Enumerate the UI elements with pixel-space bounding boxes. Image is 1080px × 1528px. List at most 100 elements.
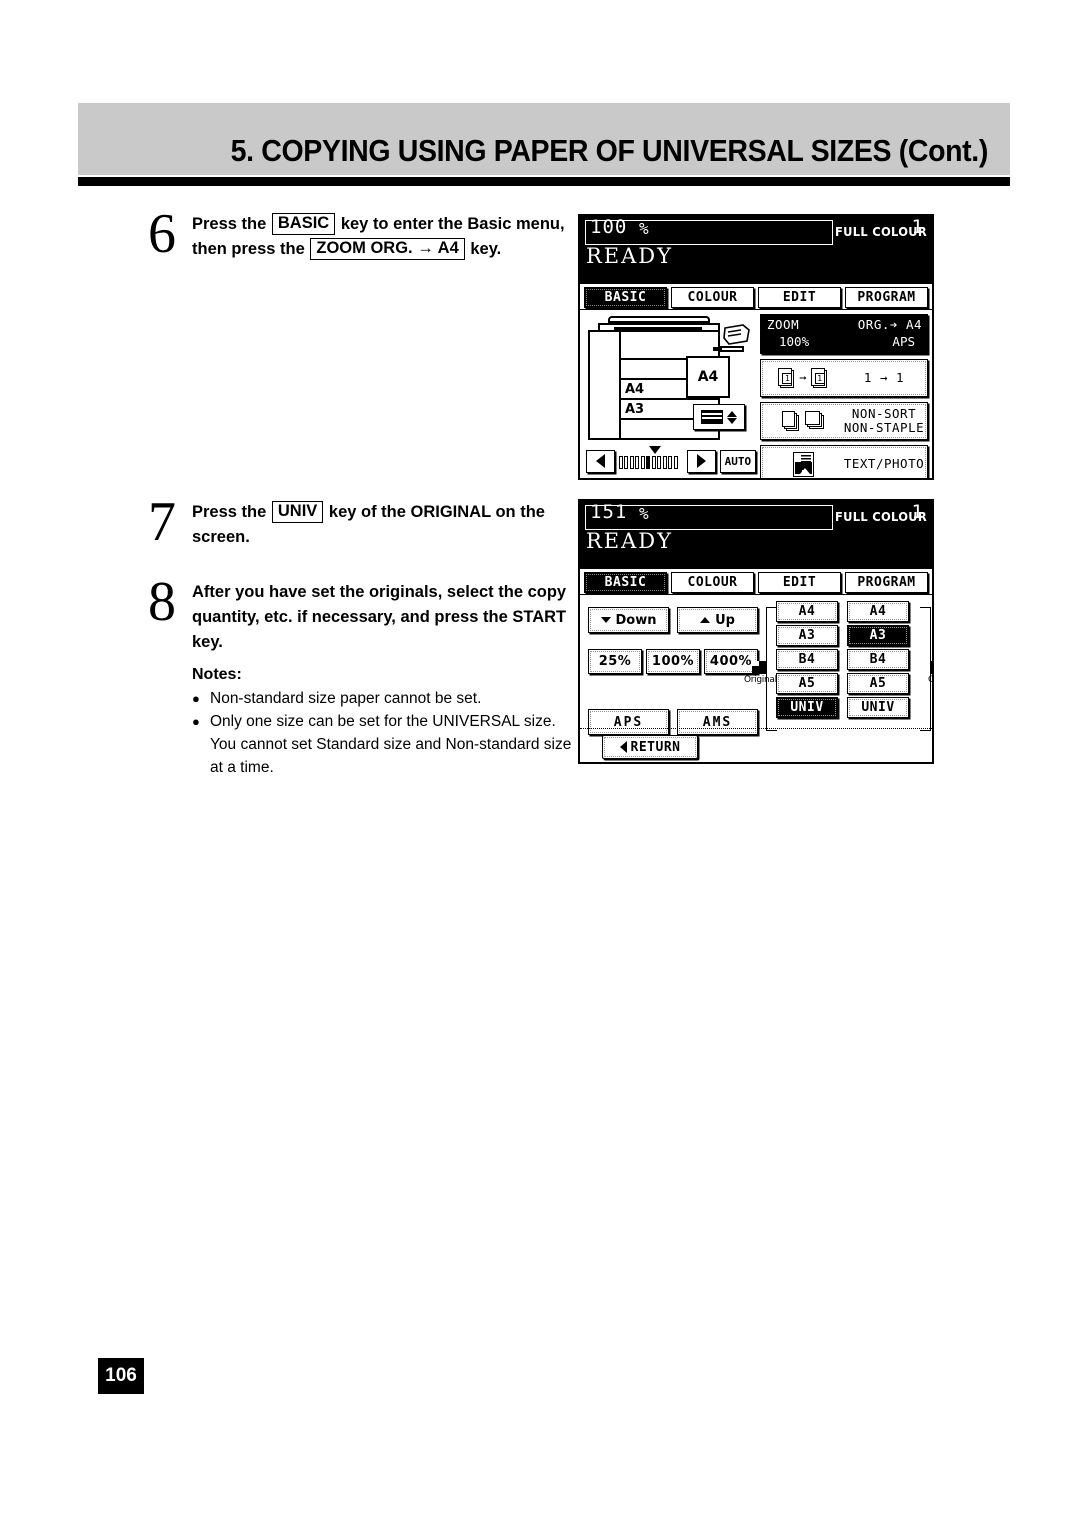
- dest-size-label: A4: [905, 317, 922, 332]
- copy-size-column: A4 A3 B4 A5 UNIV: [847, 601, 909, 718]
- zoom-down-button[interactable]: Down: [588, 607, 669, 633]
- panel2-return-row: RETURN: [580, 728, 932, 759]
- panel2-tab-program[interactable]: PROGRAM: [845, 572, 928, 593]
- duplex-mode-button[interactable]: 1 ➞ 1 1 → 1: [760, 359, 928, 397]
- panel1-tab-basic[interactable]: BASIC: [584, 287, 667, 308]
- density-tick: [651, 456, 656, 469]
- house-body-icon: [801, 469, 807, 474]
- zoom-preset-400-button[interactable]: 400%: [704, 649, 758, 674]
- panel1-ready-status: READY: [586, 244, 674, 268]
- original-paper-corner-icon: [752, 661, 759, 666]
- density-scale[interactable]: [618, 446, 684, 469]
- finisher-line-2: NON-STAPLE: [843, 420, 925, 435]
- panel2-colour-mode: FULL COLOUR: [835, 509, 927, 524]
- step-7-number: 7: [148, 491, 176, 553]
- original-size-a4-button[interactable]: A4: [776, 601, 838, 622]
- panel2-tab-basic[interactable]: BASIC: [584, 572, 667, 593]
- panel1-tab-colour[interactable]: COLOUR: [671, 287, 754, 308]
- hand-feed-icon: [723, 324, 750, 345]
- step-8: 8 After you have set the originals, sele…: [148, 574, 568, 655]
- size-selection-columns: A4 A3 B4 A5 UNIV A4 A3 B4 A5 UNIV: [776, 601, 926, 718]
- panel1-ratio-percent: %: [639, 219, 649, 238]
- panel2-tab-edit[interactable]: EDIT: [758, 572, 841, 593]
- density-auto-button[interactable]: AUTO: [719, 449, 756, 473]
- panel1-tab-program[interactable]: PROGRAM: [845, 287, 928, 308]
- duplex-mode-label: 1 → 1: [863, 370, 905, 385]
- triangle-down-icon: [727, 417, 737, 424]
- triangle-up-icon: [727, 410, 737, 417]
- panel2-tab-colour[interactable]: COLOUR: [671, 572, 754, 593]
- density-tick: [640, 456, 645, 469]
- paper-density-selector[interactable]: [693, 404, 745, 430]
- density-pointer-icon: [648, 446, 661, 454]
- density-tick: [662, 456, 667, 469]
- original-size-column: A4 A3 B4 A5 UNIV: [776, 601, 838, 718]
- step-6-number: 6: [148, 203, 176, 265]
- half-circle-right-icon: [696, 454, 706, 468]
- duplex-icons: 1 ➞ 1: [761, 367, 841, 389]
- step-7: 7 Press the UNIV key of the ORIGINAL on …: [148, 494, 568, 550]
- panel1-colour-mode: FULL COLOUR: [835, 224, 927, 239]
- density-tick: [629, 456, 634, 469]
- note-item: ● Only one size can be set for the UNIVE…: [192, 710, 572, 779]
- control-panel-screenshot-size-selection: 151 % 1 FULL COLOUR READY BASIC COLOUR E…: [578, 499, 934, 764]
- step-6-key-basic: BASIC: [271, 213, 336, 235]
- bypass-tray-arm: [720, 346, 744, 352]
- panel2-ratio-value: 151: [590, 501, 628, 523]
- return-button[interactable]: RETURN: [602, 735, 698, 759]
- copy-size-a4-button[interactable]: A4: [847, 601, 909, 622]
- paper-stack-icon: [701, 410, 723, 424]
- step-8-text: After you have set the originals, select…: [192, 583, 567, 651]
- original-mode-button[interactable]: TEXT/PHOTO: [760, 445, 928, 478]
- panel1-body: A4 A3 A4 AUTO ZOOM ORG.➔ A4 100% APS 1 ➞…: [580, 310, 932, 478]
- zoom-org-a4-button[interactable]: ZOOM ORG.➔ A4 100% APS: [760, 314, 928, 354]
- copy-size-univ-button[interactable]: UNIV: [847, 697, 909, 718]
- density-tick: [624, 456, 629, 469]
- zoom-preset-25-button[interactable]: 25%: [588, 649, 642, 674]
- original-size-univ-button[interactable]: UNIV: [776, 697, 838, 718]
- copier-lid: [608, 316, 710, 323]
- original-size-b4-button[interactable]: B4: [776, 649, 838, 670]
- single-sided-copy-icon: 1: [810, 367, 828, 389]
- step-7-key-univ: UNIV: [271, 501, 324, 523]
- arrow-right-icon: ➔: [889, 317, 898, 332]
- arrow-right-icon: ➞: [799, 371, 807, 385]
- panel1-status-bar: 100 % 1 FULL COLOUR READY: [580, 216, 932, 284]
- copy-size-b4-button[interactable]: B4: [847, 649, 909, 670]
- copy-column-label: Copy: [928, 675, 934, 685]
- density-darker-button[interactable]: [687, 449, 716, 473]
- density-tick: [657, 456, 662, 469]
- copier-diagram[interactable]: A4 A3 A4: [586, 316, 752, 444]
- panel2-body: Down Up 25% 100% 400% APS AMS Original C…: [580, 595, 934, 762]
- zoom-up-button[interactable]: Up: [677, 607, 758, 633]
- copy-size-a3-button[interactable]: A3: [847, 625, 909, 646]
- density-tick: [618, 456, 623, 469]
- note-item-text: Non-standard size paper cannot be set.: [210, 690, 482, 707]
- zoom-org-top-line: ZOOM ORG.➔ A4: [767, 317, 922, 332]
- notes-heading: Notes:: [192, 666, 242, 683]
- triangle-up-icon: [700, 617, 711, 623]
- notes-section: Notes: ● Non-standard size paper cannot …: [192, 666, 572, 779]
- up-down-arrows-icon: [727, 410, 737, 424]
- panel1-tab-edit[interactable]: EDIT: [758, 287, 841, 308]
- copy-size-a5-button[interactable]: A5: [847, 673, 909, 694]
- zoom-preset-100-button[interactable]: 100%: [646, 649, 700, 674]
- finisher-mode-label: NON-SORT NON-STAPLE: [841, 407, 927, 435]
- finisher-mode-button[interactable]: NON-SORT NON-STAPLE: [760, 402, 928, 440]
- step-8-number: 8: [148, 571, 176, 633]
- original-size-a3-button[interactable]: A3: [776, 625, 838, 646]
- zoom-down-label: Down: [615, 612, 657, 628]
- density-lighter-button[interactable]: [586, 449, 615, 473]
- original-column-label: Original: [744, 675, 777, 685]
- panel2-ratio-percent: %: [639, 504, 649, 523]
- text-photo-icon: [792, 451, 814, 477]
- zoom-value: 100%: [779, 334, 810, 349]
- copier-side-panel: [588, 330, 621, 440]
- zoom-label: ZOOM: [767, 317, 800, 332]
- step-6-text-after: key.: [470, 240, 502, 258]
- density-tick: [635, 456, 640, 469]
- step-6: 6 Press the BASIC key to enter the Basic…: [148, 206, 568, 262]
- finisher-line-1: NON-SORT: [851, 406, 917, 421]
- panel2-tab-row: BASIC COLOUR EDIT PROGRAM: [580, 569, 932, 595]
- original-size-a5-button[interactable]: A5: [776, 673, 838, 694]
